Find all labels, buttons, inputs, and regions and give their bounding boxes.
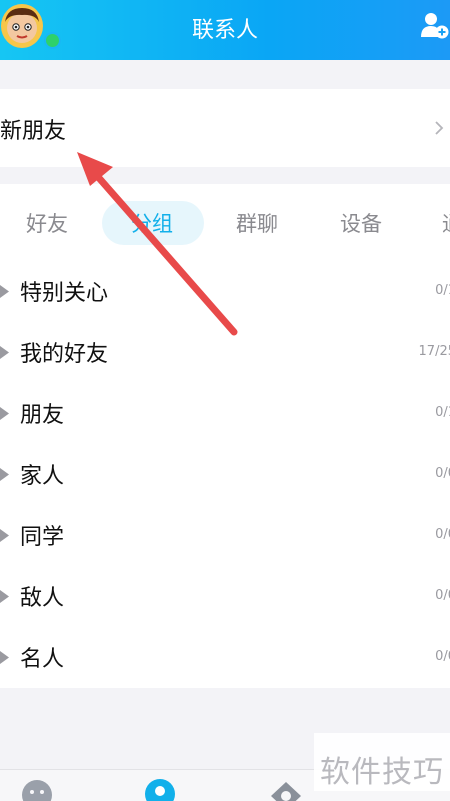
group-count: 0/0 <box>435 588 450 603</box>
contacts-icon[interactable] <box>143 778 177 801</box>
group-row[interactable]: 敌人 0/0 <box>0 566 450 627</box>
group-count: 0/1 <box>435 405 450 420</box>
group-name: 朋友 <box>20 403 65 428</box>
group-row[interactable]: 同学 0/0 <box>0 505 450 566</box>
group-name: 名人 <box>20 647 65 672</box>
contact-tabs: 好友 分组 群聊 设备 通 <box>0 184 450 260</box>
group-name: 敌人 <box>20 586 65 611</box>
expand-triangle-icon <box>0 590 9 603</box>
new-friends-label: 新朋友 <box>0 119 67 144</box>
group-count: 17/25 <box>418 344 450 359</box>
group-count: 0/0 <box>435 649 450 664</box>
messages-icon[interactable] <box>20 778 54 801</box>
expand-triangle-icon <box>0 346 9 359</box>
top-bar: 联系人 <box>0 0 450 60</box>
contacts-panel: 好友 分组 群聊 设备 通 特别关心 0/1 我的好友 17/25 朋友 0/1… <box>0 184 450 688</box>
expand-triangle-icon <box>0 285 9 298</box>
add-contact-icon[interactable] <box>420 10 450 40</box>
group-name: 同学 <box>20 525 65 550</box>
group-name: 家人 <box>20 464 65 489</box>
watermark-text: 软件技巧 <box>320 755 444 790</box>
expand-triangle-icon <box>0 407 9 420</box>
expand-triangle-icon <box>0 529 9 542</box>
group-row[interactable]: 朋友 0/1 <box>0 383 450 444</box>
group-name: 特别关心 <box>20 281 109 306</box>
chevron-right-icon <box>435 121 444 135</box>
tab-groups[interactable]: 分组 <box>131 208 173 238</box>
tab-contacts[interactable]: 通 <box>442 208 450 238</box>
tab-group-chats[interactable]: 群聊 <box>236 208 278 238</box>
expand-triangle-icon <box>0 468 9 481</box>
group-count: 0/0 <box>435 466 450 481</box>
group-row[interactable]: 我的好友 17/25 <box>0 322 450 383</box>
group-count: 0/1 <box>435 283 450 298</box>
tab-friends[interactable]: 好友 <box>26 208 68 238</box>
watermark: 软件技巧 <box>314 733 450 791</box>
group-name: 我的好友 <box>20 342 109 367</box>
tab-devices[interactable]: 设备 <box>340 208 382 238</box>
group-row[interactable]: 名人 0/0 <box>0 627 450 688</box>
explore-icon[interactable] <box>269 778 303 801</box>
group-row[interactable]: 家人 0/0 <box>0 444 450 505</box>
new-friends-row[interactable]: 新朋友 <box>0 89 450 167</box>
expand-triangle-icon <box>0 651 9 664</box>
page-title: 联系人 <box>191 18 258 43</box>
group-count: 0/0 <box>435 527 450 542</box>
group-row[interactable]: 特别关心 0/1 <box>0 261 450 322</box>
